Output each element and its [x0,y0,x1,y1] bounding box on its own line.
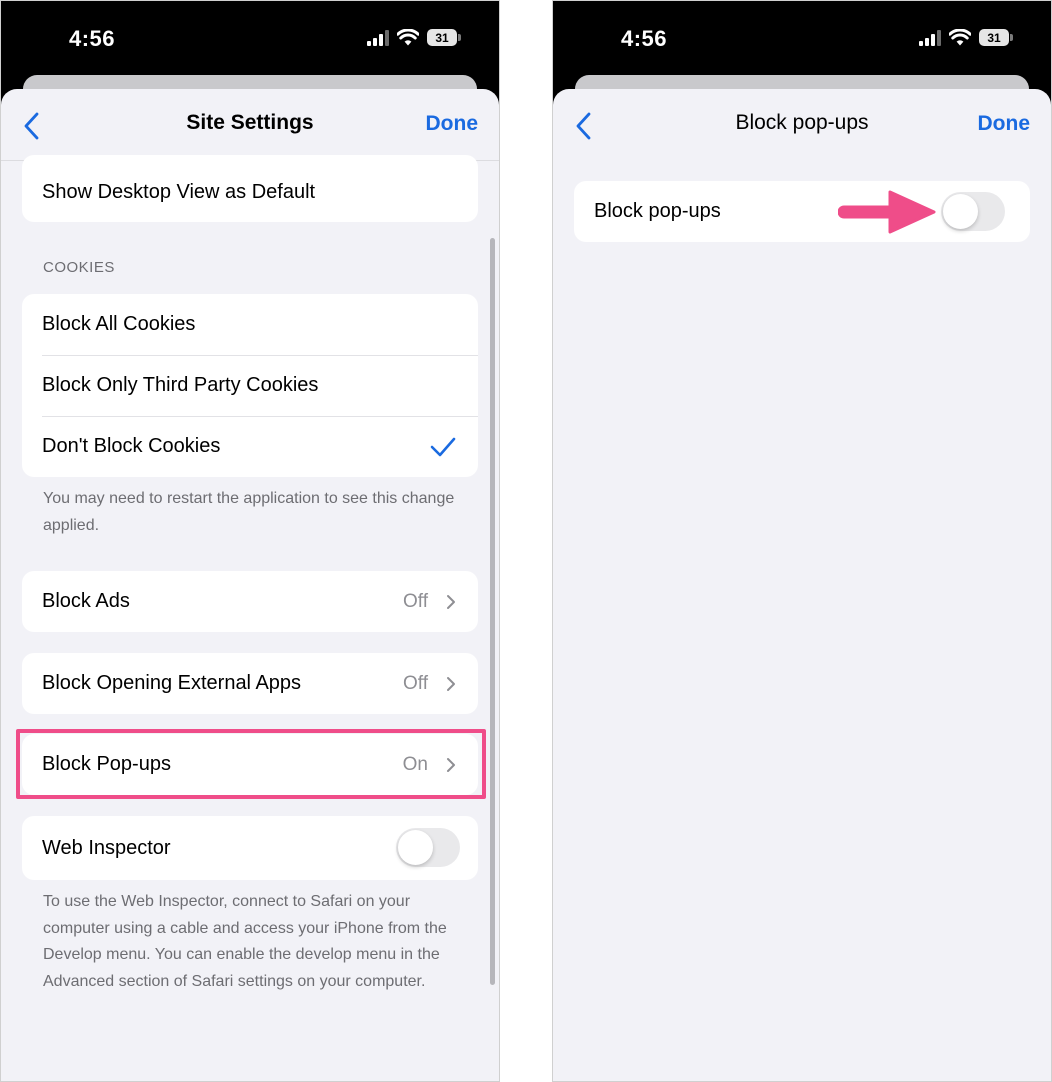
page-title: Site Settings [186,111,314,134]
web-inspector-label: Web Inspector [42,836,171,859]
web-inspector-footnote: To use the Web Inspector, connect to Saf… [43,893,447,990]
phone-screen-site-settings: 4:56 31 Site Settings Done Show Desktop … [0,0,500,1082]
block-external-apps-row[interactable]: Block Opening External Apps Off [22,653,478,714]
block-all-cookies-label: Block All Cookies [42,313,196,335]
phone-screen-block-popups: 4:56 31 Block pop-ups Done Block pop-ups [552,0,1052,1082]
battery-icon: 31 [427,29,461,46]
wifi-icon [949,29,971,46]
battery-icon: 31 [979,29,1013,46]
status-bar: 4:56 31 [1,1,499,81]
navigation-bar: Site Settings Done [1,89,499,161]
block-ads-label: Block Ads [42,590,130,612]
block-ads-value: Off [403,590,428,612]
settings-list: Show Desktop View as Default COOKIES Blo… [1,155,499,1081]
wifi-icon [397,29,419,46]
block-third-party-cookies-label: Block Only Third Party Cookies [42,374,319,396]
cookies-section-header: COOKIES [43,259,115,276]
status-time: 4:56 [621,26,668,51]
toggle-knob [398,830,433,865]
highlight-box [16,729,486,799]
checkmark-icon [430,437,456,457]
done-button[interactable]: Done [426,112,479,136]
done-button[interactable]: Done [978,112,1031,136]
chevron-right-icon [447,595,455,609]
status-icons: 31 [367,29,461,46]
block-third-party-cookies-row[interactable]: Block Only Third Party Cookies [22,355,478,416]
block-external-apps-group: Block Opening External Apps Off [22,653,478,714]
block-popups-toggle[interactable] [941,192,1005,231]
block-external-apps-label: Block Opening External Apps [42,672,302,694]
navigation-bar: Block pop-ups Done [553,89,1051,161]
block-ads-group: Block Ads Off [22,571,478,632]
dont-block-cookies-label: Don't Block Cookies [42,435,221,457]
block-popups-sheet: Block pop-ups Done Block pop-ups [553,89,1051,1081]
block-popups-toggle-label: Block pop-ups [594,200,721,222]
scrollbar[interactable] [490,238,495,985]
cellular-signal-icon [919,29,941,46]
web-inspector-row: Web Inspector [22,816,478,880]
block-popups-toggle-group: Block pop-ups [574,181,1030,242]
chevron-right-icon [447,677,455,691]
block-external-apps-value: Off [403,672,428,694]
cellular-signal-icon [367,29,389,46]
arrow-right-icon [838,190,936,234]
status-icons: 31 [919,29,1013,46]
web-inspector-group: Web Inspector [22,816,478,880]
web-inspector-toggle[interactable] [396,828,460,867]
settings-sheet: Site Settings Done Show Desktop View as … [1,89,499,1081]
block-ads-row[interactable]: Block Ads Off [22,571,478,632]
desktop-view-group: Show Desktop View as Default [22,155,478,222]
status-bar: 4:56 31 [553,1,1051,81]
block-all-cookies-row[interactable]: Block All Cookies [22,294,478,355]
cookies-group: Block All Cookies Block Only Third Party… [22,294,478,477]
show-desktop-view-label: Show Desktop View as Default [42,181,316,203]
cookies-footnote: You may need to restart the application … [43,490,455,534]
status-time: 4:56 [69,26,116,51]
page-title: Block pop-ups [735,111,869,134]
show-desktop-view-row[interactable]: Show Desktop View as Default [22,155,478,222]
toggle-knob [943,194,978,229]
block-popups-toggle-row: Block pop-ups [574,181,1030,242]
dont-block-cookies-row[interactable]: Don't Block Cookies [22,416,478,477]
